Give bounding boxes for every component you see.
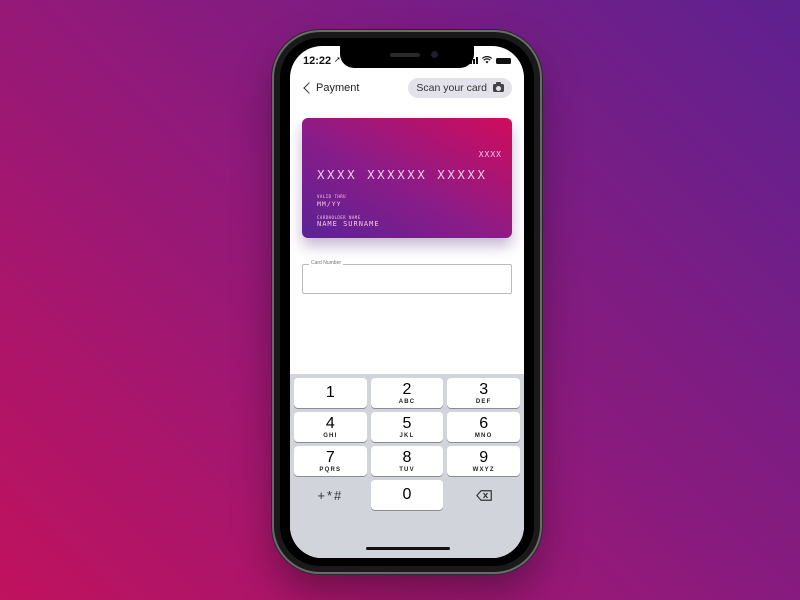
camera-icon [493,82,504,92]
key-number: 7 [325,448,335,466]
credit-card-preview: XXXX XXXX XXXXXX XXXXX VALID THRU MM/YY … [302,118,512,238]
symbols-label: +*# [317,487,344,503]
key-number: 2 [402,380,412,398]
key-4[interactable]: 4 GHI [294,412,367,442]
key-2[interactable]: 2 ABC [370,378,444,408]
key-symbols[interactable]: +*# [294,480,367,510]
key-letters: ABC [398,398,416,405]
key-letters: DEF [475,398,492,405]
key-1[interactable]: 1 [294,378,367,408]
key-8[interactable]: 8 TUV [370,446,444,476]
scan-card-label: Scan your card [416,82,487,94]
battery-icon [496,57,511,64]
screen: 12:22 ➚ Payment Scan your card XXXX XXXX… [290,46,524,558]
phone-frame: 12:22 ➚ Payment Scan your card XXXX XXXX… [274,32,540,572]
key-number: 0 [402,486,412,503]
speaker [390,53,420,57]
key-letters: GHI [323,432,338,439]
key-letters: JKL [399,432,415,439]
key-number: 6 [479,414,489,432]
numeric-keyboard: 1 2 ABC 3 DEF 4 GHI 5 JKL 6 MNO 7 PQRS 8 TUV 9W… [290,374,524,558]
key-0[interactable]: 0 [370,480,444,510]
key-delete[interactable] [447,480,520,510]
key-5[interactable]: 5 JKL [370,412,444,442]
key-number: 9 [479,448,489,466]
back-label: Payment [316,82,360,94]
scan-card-button[interactable]: Scan your card [408,78,512,98]
key-letters: MNO [474,432,493,439]
chevron-left-icon [303,82,315,94]
key-letters: PQRS [319,466,342,473]
card-valid-label: VALID THRU [317,194,347,199]
key-letters: TUV [399,466,415,473]
notch [340,46,474,68]
card-valid-value: MM/YY [317,200,342,208]
card-number-display: XXXX XXXXXX XXXXX [317,167,488,182]
key-7[interactable]: 7 PQRS [294,446,367,476]
card-holder-value: NAME SURNAME [317,220,380,228]
front-camera [431,51,438,58]
key-number: 4 [325,414,335,432]
key-number: 1 [325,383,335,401]
power-button [540,158,543,214]
backspace-icon [475,489,492,501]
card-last-digits: XXXX [478,150,502,159]
card-number-input[interactable]: Card Number [302,260,512,294]
keypad: 1 2 ABC 3 DEF 4 GHI 5 JKL 6 MNO 7 PQRS 8 TUV 9W… [294,378,520,510]
key-number: 5 [402,414,412,432]
key-number: 3 [479,380,489,398]
key-9[interactable]: 9 WXYZ [447,446,520,476]
back-button[interactable]: Payment [302,82,359,94]
status-time: 12:22 [303,55,332,67]
key-letters: WXYZ [472,466,495,473]
nav-bar: Payment Scan your card [290,78,524,102]
key-6[interactable]: 6 MNO [447,412,520,442]
key-3[interactable]: 3 DEF [447,378,520,408]
wifi-icon [481,56,493,65]
card-number-label: Card Number [309,260,344,266]
key-number: 8 [402,448,412,466]
home-indicator[interactable] [366,547,450,550]
